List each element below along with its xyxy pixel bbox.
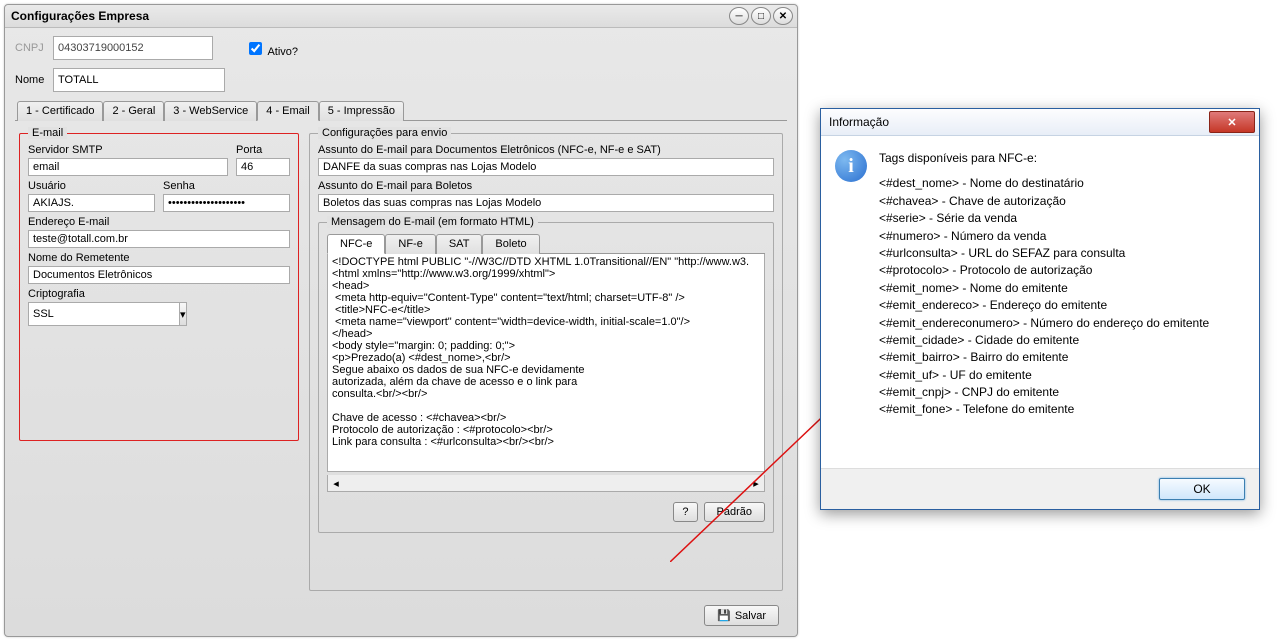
senha-label: Senha: [163, 180, 290, 192]
remetente-input[interactable]: [28, 266, 290, 284]
servidor-input[interactable]: [28, 158, 228, 176]
tag-item: <#emit_endereco> - Endereço do emitente: [879, 297, 1209, 314]
save-icon: 💾: [717, 609, 731, 622]
salvar-label: Salvar: [735, 610, 766, 622]
tag-item: <#emit_cidade> - Cidade do emitente: [879, 332, 1209, 349]
inner-tab-nfce[interactable]: NFC-e: [327, 234, 385, 254]
tab-certificado[interactable]: 1 - Certificado: [17, 101, 103, 121]
mensagem-legend: Mensagem do E-mail (em formato HTML): [327, 216, 538, 228]
info-icon: i: [835, 150, 867, 182]
usuario-input[interactable]: [28, 194, 155, 212]
assunto-doc-input[interactable]: [318, 158, 774, 176]
window-title: Configurações Empresa: [11, 9, 149, 23]
tag-item: <#serie> - Série da venda: [879, 210, 1209, 227]
main-tabs: 1 - Certificado 2 - Geral 3 - WebService…: [15, 100, 787, 121]
tag-item: <#emit_bairro> - Bairro do emitente: [879, 349, 1209, 366]
main-window: Configurações Empresa ─ □ ✕ CNPJ Ativo? …: [4, 4, 798, 637]
nome-label: Nome: [15, 74, 47, 86]
usuario-label: Usuário: [28, 180, 155, 192]
tag-item: <#emit_uf> - UF do emitente: [879, 367, 1209, 384]
senha-input[interactable]: [163, 194, 290, 212]
info-dialog: Informação ✕ i Tags disponíveis para NFC…: [820, 108, 1260, 510]
nome-field[interactable]: [53, 68, 225, 92]
ativo-checkbox[interactable]: [249, 42, 262, 55]
tag-item: <#emit_cnpj> - CNPJ do emitente: [879, 384, 1209, 401]
envio-fieldset: Configurações para envio Assunto do E-ma…: [309, 133, 783, 591]
chevron-down-icon[interactable]: ▾: [179, 302, 187, 326]
tag-item: <#numero> - Número da venda: [879, 228, 1209, 245]
info-title: Informação: [829, 115, 889, 129]
cnpj-label: CNPJ: [15, 42, 47, 54]
ativo-label: Ativo?: [267, 46, 298, 58]
cripto-label: Criptografia: [28, 288, 290, 300]
tag-item: <#emit_endereconumero> - Número do ender…: [879, 315, 1209, 332]
endereco-label: Endereço E-mail: [28, 216, 290, 228]
ativo-checkbox-wrap[interactable]: Ativo?: [245, 39, 298, 58]
tag-item: <#emit_nome> - Nome do emitente: [879, 280, 1209, 297]
assunto-doc-label: Assunto do E-mail para Documentos Eletrô…: [318, 144, 774, 156]
horizontal-scrollbar[interactable]: ◂ ▸: [327, 475, 765, 492]
cripto-select[interactable]: [28, 302, 179, 326]
tab-impressao[interactable]: 5 - Impressão: [319, 101, 404, 121]
tag-item: <#protocolo> - Protocolo de autorização: [879, 262, 1209, 279]
inner-tabs: NFC-e NF-e SAT Boleto: [327, 233, 765, 254]
info-close-button[interactable]: ✕: [1209, 111, 1255, 133]
padrao-button[interactable]: Padrão: [704, 502, 765, 522]
tab-email[interactable]: 4 - Email: [257, 101, 318, 121]
tag-item: <#dest_nome> - Nome do destinatário: [879, 175, 1209, 192]
envio-legend: Configurações para envio: [318, 127, 451, 139]
tag-item: <#chavea> - Chave de autorização: [879, 193, 1209, 210]
email-legend: E-mail: [28, 127, 67, 139]
inner-tab-sat[interactable]: SAT: [436, 234, 483, 254]
tag-item: <#urlconsulta> - URL do SEFAZ para consu…: [879, 245, 1209, 262]
assunto-boleto-input[interactable]: [318, 194, 774, 212]
ok-button[interactable]: OK: [1159, 478, 1245, 500]
tag-list: <#dest_nome> - Nome do destinatário<#cha…: [879, 175, 1209, 418]
assunto-boleto-label: Assunto do E-mail para Boletos: [318, 180, 774, 192]
porta-label: Porta: [236, 144, 290, 156]
mensagem-fieldset: Mensagem do E-mail (em formato HTML) NFC…: [318, 222, 774, 533]
titlebar: Configurações Empresa ─ □ ✕: [5, 5, 797, 28]
scroll-right-icon[interactable]: ▸: [748, 477, 764, 490]
tab-webservice[interactable]: 3 - WebService: [164, 101, 257, 121]
maximize-button[interactable]: □: [751, 7, 771, 25]
salvar-button[interactable]: 💾 Salvar: [704, 605, 779, 626]
tab-geral[interactable]: 2 - Geral: [103, 101, 164, 121]
porta-input[interactable]: [236, 158, 290, 176]
cnpj-field[interactable]: [53, 36, 213, 60]
servidor-label: Servidor SMTP: [28, 144, 228, 156]
endereco-input[interactable]: [28, 230, 290, 248]
tag-item: <#emit_fone> - Telefone do emitente: [879, 401, 1209, 418]
html-body-textarea[interactable]: [327, 254, 765, 472]
inner-tab-nfe[interactable]: NF-e: [385, 234, 435, 254]
close-button[interactable]: ✕: [773, 7, 793, 25]
help-button[interactable]: ?: [673, 502, 697, 522]
minimize-button[interactable]: ─: [729, 7, 749, 25]
scroll-left-icon[interactable]: ◂: [328, 477, 344, 490]
email-fieldset: E-mail Servidor SMTP Porta U: [19, 133, 299, 441]
info-titlebar: Informação ✕: [821, 109, 1259, 136]
info-heading: Tags disponíveis para NFC-e:: [879, 150, 1209, 167]
info-text: Tags disponíveis para NFC-e: <#dest_nome…: [879, 150, 1209, 460]
remetente-label: Nome do Remetente: [28, 252, 290, 264]
inner-tab-boleto[interactable]: Boleto: [482, 234, 539, 254]
